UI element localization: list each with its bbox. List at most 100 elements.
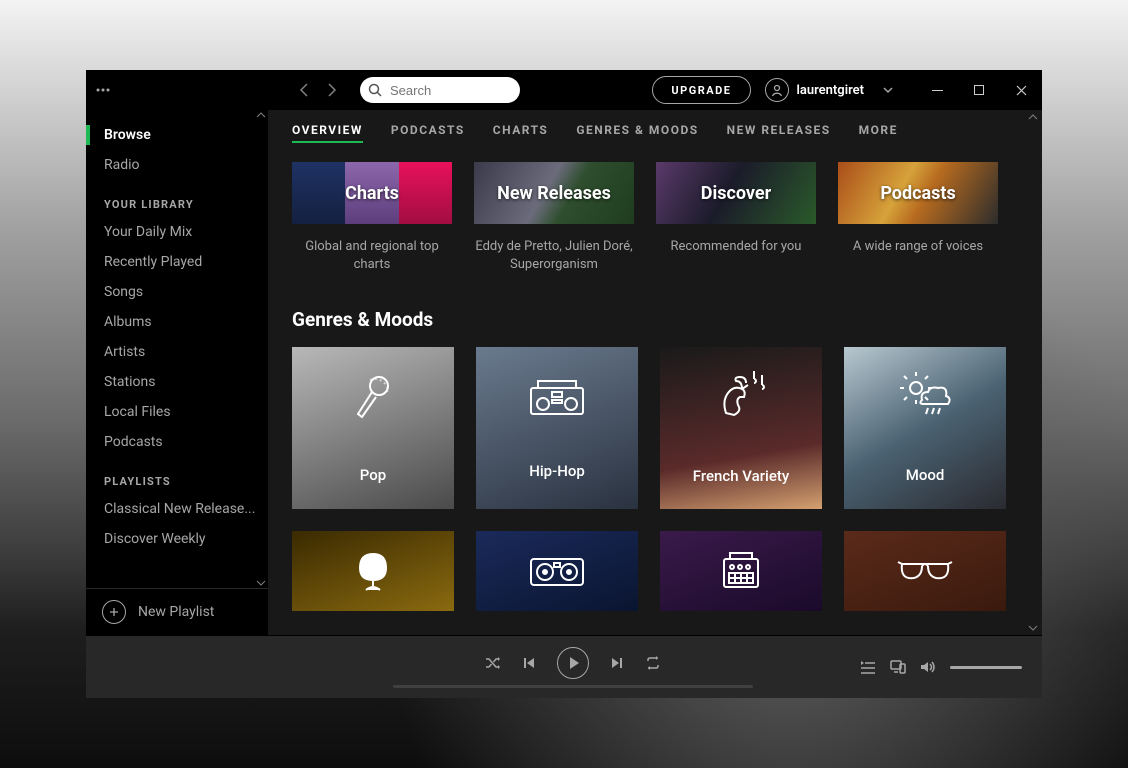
sidebar-item-stations[interactable]: Stations xyxy=(86,367,268,397)
repeat-button[interactable] xyxy=(645,656,661,670)
app-menu-button[interactable] xyxy=(86,88,120,92)
genre-french-variety[interactable]: French Variety xyxy=(660,347,822,509)
main-content: OVERVIEW PODCASTS CHARTS GENRES & MOODS … xyxy=(268,110,1042,635)
sidebar-item-recently-played[interactable]: Recently Played xyxy=(86,247,268,277)
volume-slider[interactable] xyxy=(950,666,1022,669)
minimize-button[interactable] xyxy=(916,75,958,105)
new-playlist-label: New Playlist xyxy=(138,604,214,620)
upgrade-button[interactable]: UPGRADE xyxy=(652,76,750,104)
scroll-down-icon[interactable] xyxy=(256,580,266,586)
genre-tile-partial[interactable] xyxy=(844,531,1006,611)
chevron-down-icon xyxy=(882,86,894,94)
search-box[interactable] xyxy=(360,77,520,103)
user-menu[interactable]: laurentgiret xyxy=(765,78,895,102)
tile-subtitle: Eddy de Pretto, Julien Doré, Superorgani… xyxy=(474,238,634,274)
rooster-music-icon xyxy=(712,371,770,423)
tile-discover[interactable]: Discover Recommended for you xyxy=(656,162,816,274)
sidebar-item-albums[interactable]: Albums xyxy=(86,307,268,337)
sidebar-item-browse[interactable]: Browse xyxy=(86,120,268,150)
tile-title: Podcasts xyxy=(880,183,955,204)
sidebar-item-podcasts[interactable]: Podcasts xyxy=(86,427,268,457)
genre-row xyxy=(292,531,1018,611)
play-button[interactable] xyxy=(557,647,589,679)
search-input[interactable] xyxy=(388,82,502,99)
tile-subtitle: Global and regional top charts xyxy=(292,238,452,274)
close-button[interactable] xyxy=(1000,75,1042,105)
window-controls xyxy=(916,75,1042,105)
title-bar: UPGRADE laurentgiret xyxy=(86,70,1042,110)
tile-title: Discover xyxy=(701,183,771,204)
hero-tiles: Charts Global and regional top charts Ne… xyxy=(292,162,1018,274)
previous-button[interactable] xyxy=(523,657,535,669)
sidebar-item-local-files[interactable]: Local Files xyxy=(86,397,268,427)
tab-podcasts[interactable]: PODCASTS xyxy=(391,123,465,143)
genre-pop[interactable]: Pop xyxy=(292,347,454,509)
maximize-button[interactable] xyxy=(958,75,1000,105)
tile-subtitle: Recommended for you xyxy=(656,238,816,256)
genre-row: Pop Hip-Hop French Variety xyxy=(292,347,1018,509)
sidebar-item-radio[interactable]: Radio xyxy=(86,150,268,180)
sun-rain-icon xyxy=(898,372,952,422)
sidebar-item-songs[interactable]: Songs xyxy=(86,277,268,307)
genre-label: Mood xyxy=(906,466,945,484)
spotify-window: UPGRADE laurentgiret Browse Radio YOUR xyxy=(86,70,1042,698)
sidebar-item-label: Local Files xyxy=(104,404,171,420)
sidebar-item-label: Browse xyxy=(104,127,151,143)
sidebar-item-label: Albums xyxy=(104,314,152,330)
new-playlist-button[interactable]: New Playlist xyxy=(86,588,268,635)
volume-button[interactable] xyxy=(920,660,936,674)
sidebar-item-playlist[interactable]: Classical New Release... xyxy=(86,494,268,524)
genre-tile-partial[interactable] xyxy=(660,531,822,611)
shuffle-button[interactable] xyxy=(485,656,501,670)
amplifier-icon xyxy=(720,551,762,591)
sidebar: Browse Radio YOUR LIBRARY Your Daily Mix… xyxy=(86,110,268,635)
genre-mood[interactable]: Mood xyxy=(844,347,1006,509)
tile-charts[interactable]: Charts Global and regional top charts xyxy=(292,162,452,274)
sidebar-item-daily-mix[interactable]: Your Daily Mix xyxy=(86,217,268,247)
scroll-down-icon[interactable] xyxy=(1028,625,1038,631)
genre-hiphop[interactable]: Hip-Hop xyxy=(476,347,638,509)
tile-new-releases[interactable]: New Releases Eddy de Pretto, Julien Doré… xyxy=(474,162,634,274)
player-bar xyxy=(86,635,1042,698)
microphone-icon xyxy=(348,372,398,422)
search-icon xyxy=(360,83,382,97)
chair-icon xyxy=(352,550,394,592)
progress-bar[interactable] xyxy=(393,685,753,688)
sidebar-item-artists[interactable]: Artists xyxy=(86,337,268,367)
sidebar-item-label: Your Daily Mix xyxy=(104,224,192,240)
tab-genres-moods[interactable]: GENRES & MOODS xyxy=(576,123,698,143)
avatar-icon xyxy=(765,78,789,102)
genre-label: Pop xyxy=(360,466,386,484)
boombox-icon xyxy=(528,376,586,418)
tile-subtitle: A wide range of voices xyxy=(838,238,998,256)
devices-button[interactable] xyxy=(890,660,906,674)
sidebar-header-library: YOUR LIBRARY xyxy=(86,180,268,217)
tab-overview[interactable]: OVERVIEW xyxy=(292,123,363,143)
scroll-up-icon[interactable] xyxy=(256,112,266,118)
genre-label: Hip-Hop xyxy=(529,462,585,480)
sidebar-item-label: Radio xyxy=(104,157,140,173)
tab-bar: OVERVIEW PODCASTS CHARTS GENRES & MOODS … xyxy=(268,110,1042,156)
genre-label: French Variety xyxy=(693,467,789,485)
queue-button[interactable] xyxy=(860,661,876,674)
tab-new-releases[interactable]: NEW RELEASES xyxy=(727,123,831,143)
sidebar-item-label: Discover Weekly xyxy=(104,531,206,547)
turntable-icon xyxy=(529,553,585,589)
tile-title: New Releases xyxy=(497,183,611,204)
tile-title: Charts xyxy=(345,183,399,204)
next-button[interactable] xyxy=(611,657,623,669)
sunglasses-icon xyxy=(896,558,954,584)
sidebar-item-label: Artists xyxy=(104,344,145,360)
plus-icon xyxy=(102,600,126,624)
tab-more[interactable]: MORE xyxy=(859,123,898,143)
back-button[interactable] xyxy=(290,76,318,104)
genre-tile-partial[interactable] xyxy=(292,531,454,611)
genre-tile-partial[interactable] xyxy=(476,531,638,611)
sidebar-item-playlist[interactable]: Discover Weekly xyxy=(86,524,268,554)
section-title-genres: Genres & Moods xyxy=(292,308,1018,331)
tile-podcasts[interactable]: Podcasts A wide range of voices xyxy=(838,162,998,274)
sidebar-item-label: Stations xyxy=(104,374,155,390)
scroll-up-icon[interactable] xyxy=(1028,114,1038,120)
tab-charts[interactable]: CHARTS xyxy=(493,123,549,143)
forward-button[interactable] xyxy=(318,76,346,104)
